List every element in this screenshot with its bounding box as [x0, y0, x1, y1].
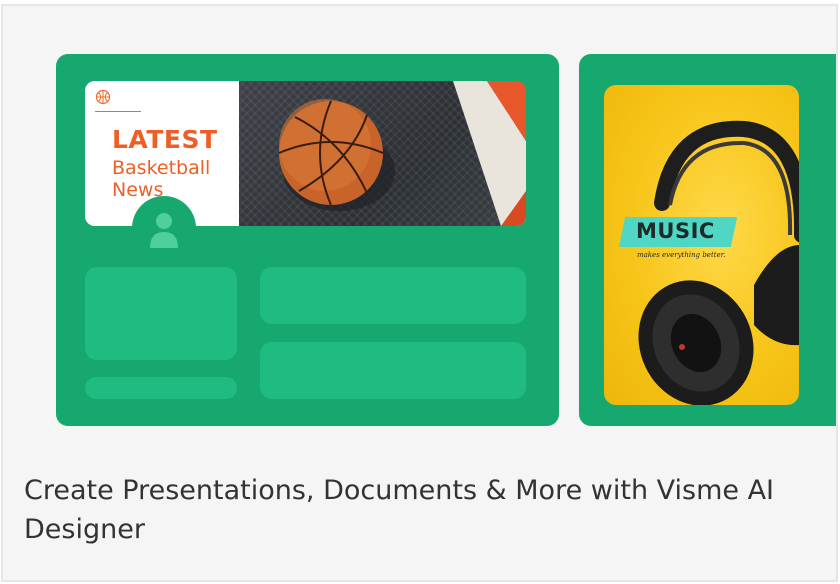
music-poster: MUSIC makes everything better. [604, 85, 799, 405]
user-icon [150, 213, 178, 248]
placeholder-block [85, 267, 237, 360]
template-preview: LATEST Basketball News MUSIC makes every… [3, 6, 836, 446]
music-tagline: makes everything better. [637, 251, 726, 259]
banner-headline: LATEST [112, 125, 218, 154]
basketball-icon [95, 89, 111, 105]
placeholder-block [260, 342, 526, 399]
placeholder-block [85, 377, 237, 399]
music-preview-panel: MUSIC makes everything better. [579, 54, 836, 426]
card-caption[interactable]: Create Presentations, Documents & More w… [24, 471, 824, 549]
music-title: MUSIC [636, 219, 715, 243]
banner-subheadline: Basketball News [112, 157, 211, 201]
banner-divider [95, 111, 141, 112]
basketball-photo [239, 81, 526, 226]
document-preview-panel: LATEST Basketball News [56, 54, 559, 426]
placeholder-block [260, 267, 526, 324]
template-card[interactable]: LATEST Basketball News MUSIC makes every… [1, 4, 838, 582]
